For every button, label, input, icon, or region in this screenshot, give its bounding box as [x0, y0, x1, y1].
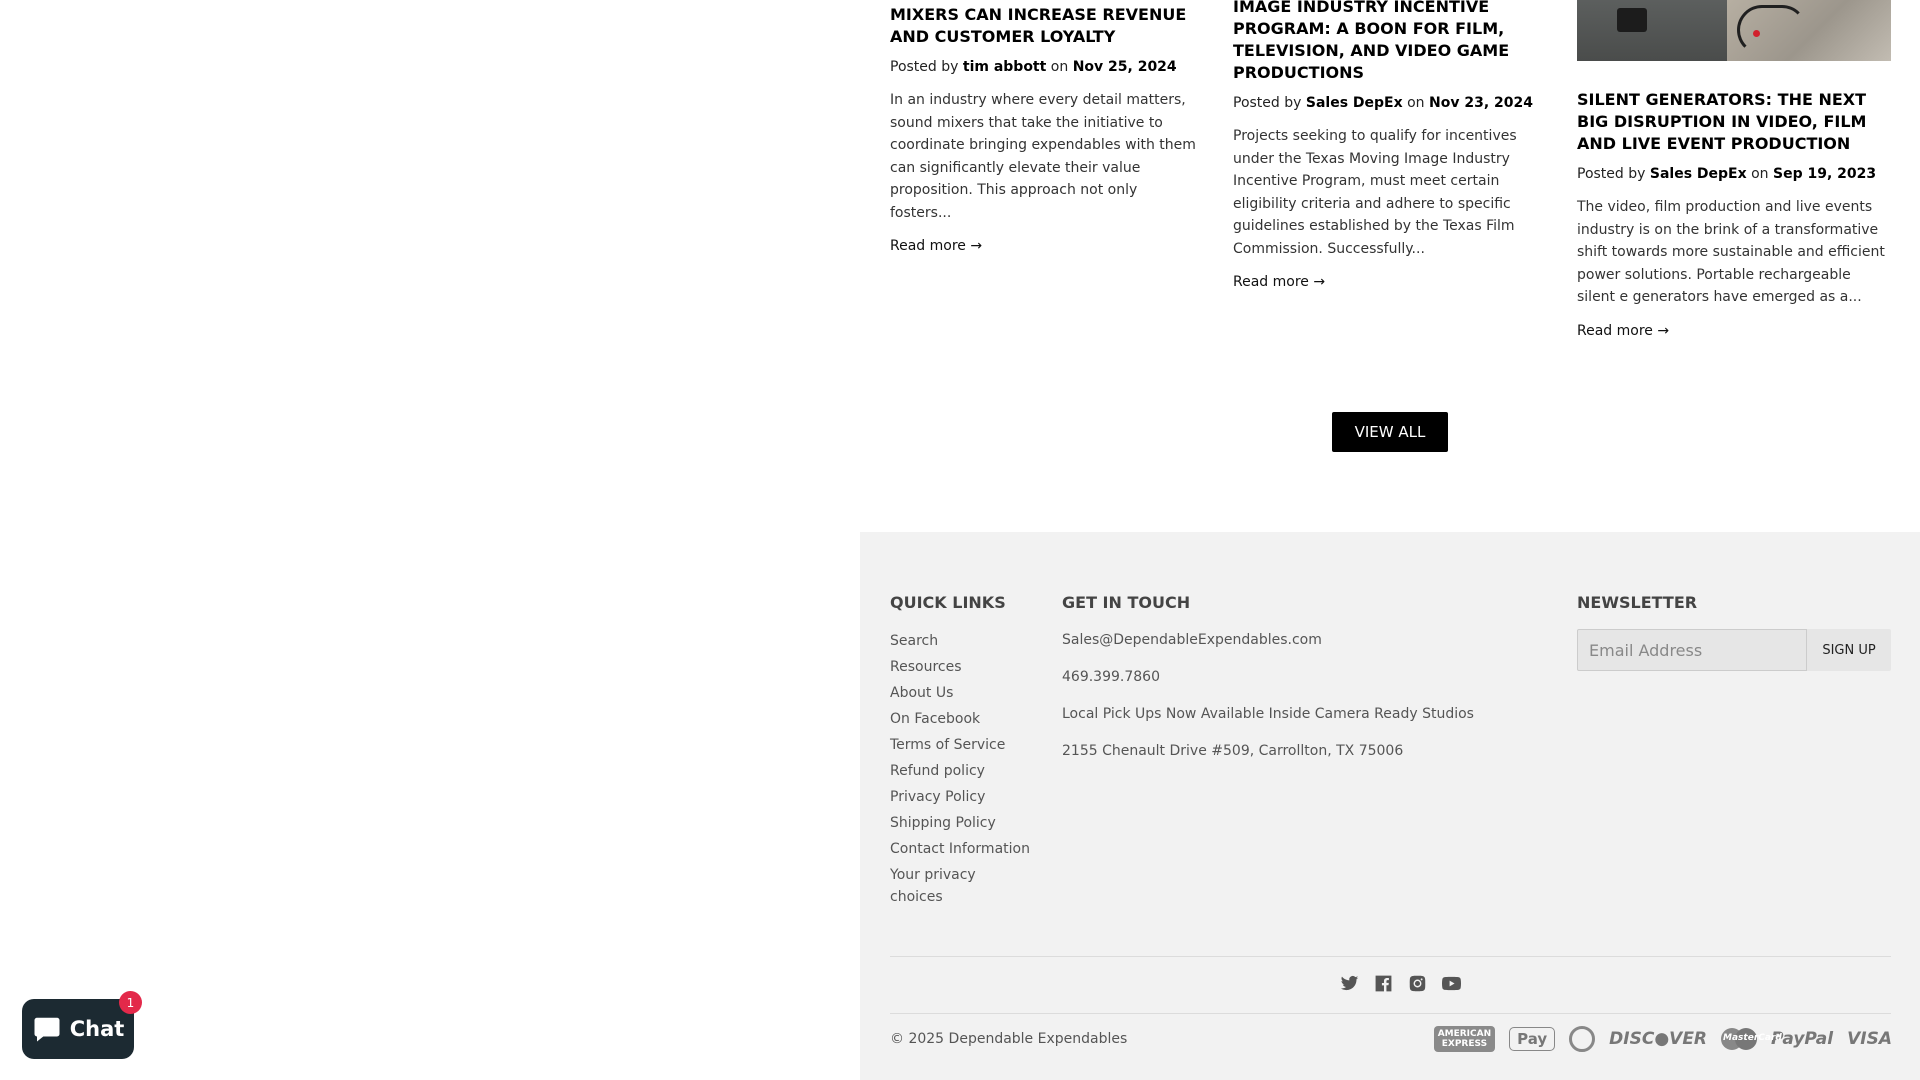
article-author: tim abbott: [962, 59, 1047, 75]
article-excerpt: Projects seeking to qualify for incentiv…: [1233, 128, 1517, 257]
newsletter-title: NEWSLETTER: [1577, 593, 1698, 612]
posted-by-label: Posted by: [1233, 95, 1302, 111]
copyright-prefix: © 2025: [890, 1031, 945, 1047]
thumbnail-dot: [1753, 30, 1760, 37]
contact-email: Sales@DependableExpendables.com: [1062, 632, 1322, 648]
contact-address: 2155 Chenault Drive #509, Carrollton, TX…: [1062, 743, 1404, 759]
payment-icons: AMERICAN EXPRESS Pay DISC●VER MasterCard …: [1433, 1026, 1892, 1052]
mastercard-icon: MasterCard: [1721, 1028, 1782, 1050]
chat-bubble-icon: [34, 1017, 60, 1042]
view-all-button[interactable]: VIEW ALL: [1332, 412, 1448, 452]
read-more-link[interactable]: Read more →: [1233, 274, 1325, 290]
visa-icon: VISA: [1847, 1029, 1892, 1049]
article-excerpt: In an industry where every detail matter…: [890, 92, 1196, 221]
article-date: Sep 19, 2023: [1773, 166, 1877, 182]
copyright: © 2025 Dependable Expendables: [890, 1031, 1127, 1047]
page: MIXERS CAN INCREASE REVENUE AND CUSTOMER…: [0, 0, 1920, 1080]
diners-club-icon: [1569, 1026, 1596, 1052]
footer-divider: [890, 1013, 1891, 1014]
footer-link-refund[interactable]: Refund policy: [890, 760, 1030, 782]
social-links: [860, 973, 1920, 993]
article-thumbnail-image[interactable]: [1577, 0, 1891, 61]
footer-link-shipping[interactable]: Shipping Policy: [890, 812, 1030, 834]
article-author: Sales DepEx: [1305, 95, 1403, 111]
article-title[interactable]: SILENT GENERATORS: THE NEXT BIG DISRUPTI…: [1577, 89, 1889, 155]
instagram-icon[interactable]: [1407, 973, 1427, 993]
footer-link-facebook[interactable]: On Facebook: [890, 708, 1030, 730]
posted-by-label: Posted by: [890, 59, 959, 75]
chat-unread-badge: 1: [119, 991, 142, 1014]
thumbnail-cable: [1737, 5, 1807, 55]
article-card: MIXERS CAN INCREASE REVENUE AND CUSTOMER…: [890, 4, 1202, 254]
posted-by-label: Posted by: [1577, 166, 1646, 182]
discover-icon: DISC●VER: [1609, 1029, 1708, 1049]
article-date: Nov 23, 2024: [1429, 95, 1533, 111]
sign-up-button[interactable]: SIGN UP: [1807, 629, 1891, 671]
site-footer: QUICK LINKS Search Resources About Us On…: [860, 532, 1920, 1080]
footer-link-contact[interactable]: Contact Information: [890, 838, 1030, 860]
youtube-icon[interactable]: [1441, 973, 1461, 993]
chat-label: Chat: [69, 1017, 125, 1041]
article-date: Nov 25, 2024: [1072, 59, 1177, 75]
get-in-touch-title: GET IN TOUCH: [1062, 593, 1191, 612]
contact-phone: 469.399.7860: [1062, 669, 1160, 685]
footer-divider: [890, 956, 1891, 957]
article-card: SILENT GENERATORS: THE NEXT BIG DISRUPTI…: [1577, 89, 1889, 339]
twitter-icon[interactable]: [1339, 973, 1359, 993]
footer-link-privacy-choices[interactable]: Your privacy choices: [890, 864, 1030, 908]
american-express-icon: AMERICAN EXPRESS: [1433, 1026, 1496, 1052]
facebook-icon[interactable]: [1373, 973, 1393, 993]
footer-link-privacy[interactable]: Privacy Policy: [890, 786, 1030, 808]
footer-link-about-us[interactable]: About Us: [890, 682, 1030, 704]
newsletter-form: SIGN UP: [1577, 629, 1891, 671]
article-meta: Posted by Sales DepEx on Sep 19, 2023: [1577, 164, 1889, 184]
newsletter-email-input[interactable]: [1577, 629, 1807, 671]
footer-link-search[interactable]: Search: [890, 630, 1030, 652]
thumbnail-generator: [1577, 0, 1727, 61]
chat-button[interactable]: Chat 1: [22, 991, 142, 1059]
article-meta: Posted by tim abbott on Nov 25, 2024: [890, 57, 1202, 77]
apple-pay-icon: Pay: [1509, 1027, 1556, 1051]
on-label: on: [1751, 166, 1769, 182]
article-card: IMAGE INDUSTRY INCENTIVE PROGRAM: A BOON…: [1233, 0, 1545, 290]
quick-links-list: Search Resources About Us On Facebook Te…: [890, 630, 1030, 912]
article-title[interactable]: IMAGE INDUSTRY INCENTIVE PROGRAM: A BOON…: [1233, 0, 1545, 84]
footer-link-terms[interactable]: Terms of Service: [890, 734, 1030, 756]
read-more-link[interactable]: Read more →: [890, 238, 982, 254]
blog-section: MIXERS CAN INCREASE REVENUE AND CUSTOMER…: [860, 0, 1920, 532]
thumbnail-panel: [1617, 8, 1647, 32]
read-more-link[interactable]: Read more →: [1577, 323, 1669, 339]
article-title[interactable]: MIXERS CAN INCREASE REVENUE AND CUSTOMER…: [890, 4, 1202, 48]
company-link[interactable]: Dependable Expendables: [949, 1031, 1128, 1047]
contact-info: Sales@DependableExpendables.com 469.399.…: [1062, 630, 1512, 778]
article-excerpt: The video, film production and live even…: [1577, 199, 1885, 305]
article-meta: Posted by Sales DepEx on Nov 23, 2024: [1233, 93, 1545, 113]
on-label: on: [1050, 59, 1069, 75]
footer-link-resources[interactable]: Resources: [890, 656, 1030, 678]
on-label: on: [1407, 95, 1425, 111]
pickup-note: Local Pick Ups Now Available Inside Came…: [1062, 706, 1474, 722]
article-author: Sales DepEx: [1649, 166, 1747, 182]
quick-links-title: QUICK LINKS: [890, 593, 1006, 612]
